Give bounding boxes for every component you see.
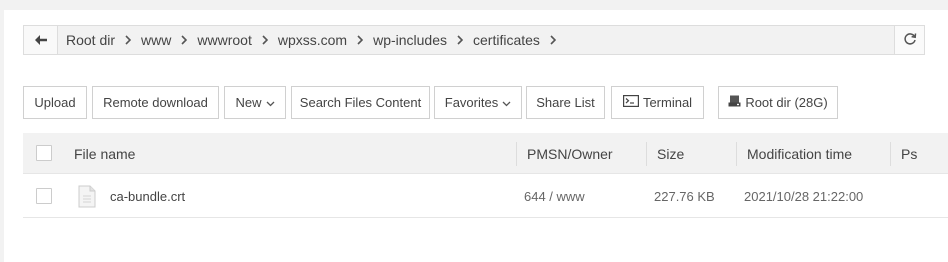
search-files-content-label: Search Files Content bbox=[299, 95, 422, 110]
arrow-left-icon bbox=[34, 33, 47, 48]
chevron-right-icon bbox=[357, 35, 364, 45]
back-button[interactable] bbox=[24, 26, 58, 54]
column-divider[interactable] bbox=[516, 142, 517, 166]
share-list-button[interactable]: Share List bbox=[526, 86, 605, 119]
breadcrumb-item-site[interactable]: wpxss.com bbox=[278, 32, 347, 48]
share-list-label: Share List bbox=[536, 95, 595, 110]
file-name[interactable]: ca-bundle.crt bbox=[110, 175, 185, 218]
search-files-content-button[interactable]: Search Files Content bbox=[291, 86, 430, 119]
chevron-down-icon bbox=[502, 95, 511, 110]
refresh-button[interactable] bbox=[894, 26, 924, 54]
root-dir-usage-label: Root dir (28G) bbox=[745, 95, 828, 110]
chevron-down-icon bbox=[266, 95, 275, 110]
column-header-size[interactable]: Size bbox=[657, 133, 684, 174]
column-header-ps[interactable]: Ps bbox=[901, 133, 917, 174]
chevron-right-icon bbox=[457, 35, 464, 45]
file-size: 227.76 KB bbox=[654, 189, 715, 204]
chevron-right-icon bbox=[262, 35, 268, 45]
row-checkbox[interactable] bbox=[36, 188, 52, 204]
breadcrumb-item-wp-includes[interactable]: wp-includes bbox=[373, 32, 447, 48]
refresh-icon bbox=[903, 32, 917, 49]
upload-button[interactable]: Upload bbox=[23, 86, 87, 119]
table-row[interactable]: ca-bundle.crt 644 / www 227.76 KB 2021/1… bbox=[23, 175, 948, 218]
chevron-right-icon bbox=[125, 35, 132, 45]
favorites-label: Favorites bbox=[444, 95, 499, 110]
path-bar: Root dir www wwwroot wpxss.com wp-includ… bbox=[23, 25, 925, 55]
remote-download-button[interactable]: Remote download bbox=[92, 86, 219, 119]
chevron-right-icon[interactable] bbox=[550, 35, 556, 45]
terminal-label: Terminal bbox=[642, 95, 693, 110]
column-divider[interactable] bbox=[646, 142, 647, 166]
chevron-right-icon bbox=[181, 35, 188, 45]
disk-icon bbox=[728, 95, 741, 110]
column-header-permission-owner[interactable]: PMSN/Owner bbox=[527, 133, 613, 174]
breadcrumb-item-certificates[interactable]: certificates bbox=[473, 32, 540, 48]
breadcrumb: Root dir www wwwroot wpxss.com wp-includ… bbox=[58, 26, 894, 54]
breadcrumb-item-www[interactable]: www bbox=[141, 32, 171, 48]
select-all-checkbox[interactable] bbox=[36, 145, 52, 161]
new-label: New bbox=[235, 95, 262, 110]
new-dropdown-button[interactable]: New bbox=[224, 86, 286, 119]
file-modified-time: 2021/10/28 21:22:00 bbox=[744, 189, 864, 204]
terminal-icon bbox=[622, 95, 639, 110]
file-table-header: File name PMSN/Owner Size Modification t… bbox=[23, 133, 948, 174]
breadcrumb-item-wwwroot[interactable]: wwwroot bbox=[197, 32, 251, 48]
column-header-modification-time[interactable]: Modification time bbox=[747, 133, 852, 174]
column-divider[interactable] bbox=[736, 142, 737, 166]
column-divider[interactable] bbox=[890, 142, 891, 166]
breadcrumb-item-root[interactable]: Root dir bbox=[66, 32, 115, 48]
favorites-dropdown-button[interactable]: Favorites bbox=[434, 86, 522, 119]
terminal-button[interactable]: Terminal bbox=[611, 86, 704, 119]
upload-label: Upload bbox=[34, 95, 76, 110]
remote-download-label: Remote download bbox=[103, 95, 208, 110]
root-dir-usage-button[interactable]: Root dir (28G) bbox=[718, 86, 838, 119]
file-icon bbox=[78, 185, 96, 211]
column-header-file-name[interactable]: File name bbox=[74, 133, 135, 174]
file-permission-owner[interactable]: 644 / www bbox=[524, 175, 585, 218]
